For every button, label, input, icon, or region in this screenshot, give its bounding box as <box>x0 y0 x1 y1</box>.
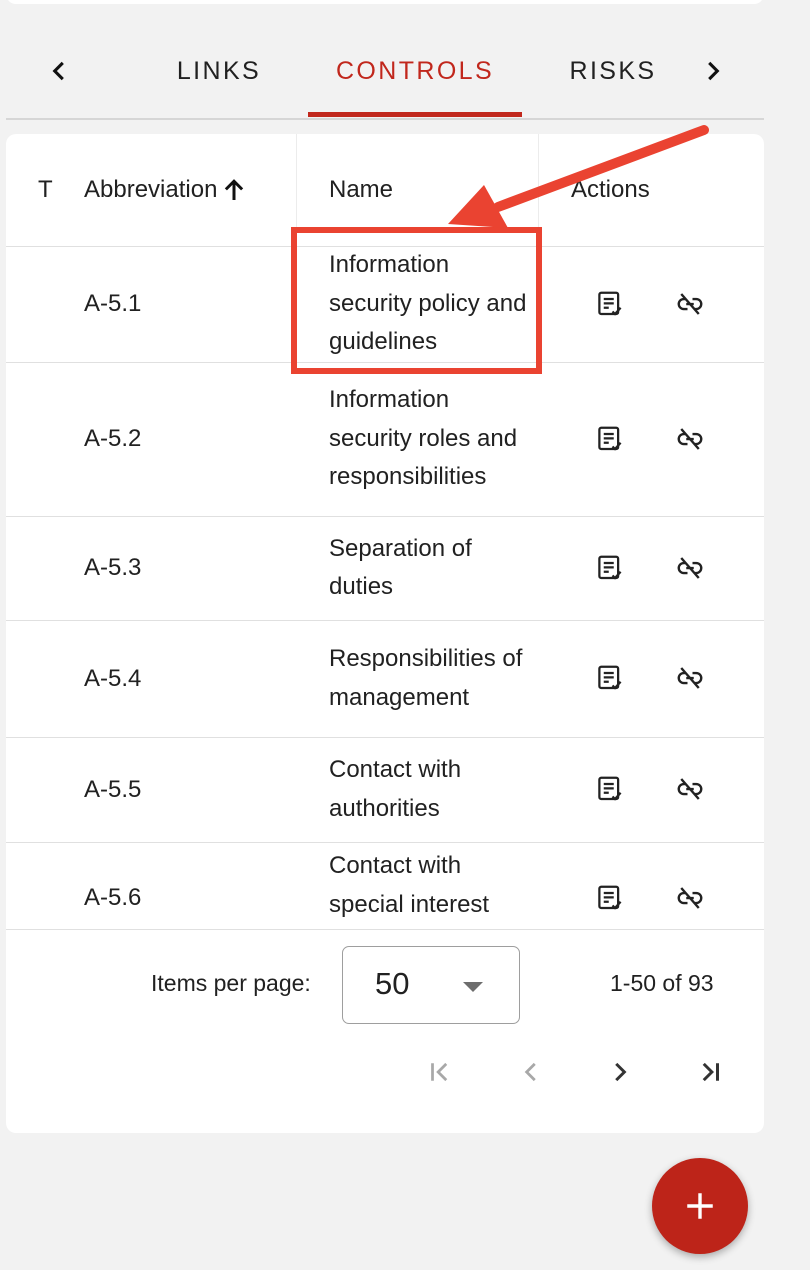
unlink-icon <box>677 428 703 450</box>
details-icon <box>598 555 622 580</box>
details-icon <box>598 885 622 910</box>
table-header: T Abbreviation Name Actions <box>6 134 764 247</box>
row-name: Information security policy and guidelin… <box>329 251 527 356</box>
page-size-select[interactable]: 50 <box>342 946 520 1024</box>
unlink-button[interactable] <box>672 286 708 322</box>
row-abbreviation: A-5.5 <box>84 775 142 803</box>
next-page-button[interactable] <box>598 1050 642 1094</box>
tab-risks[interactable]: RISKS <box>554 52 672 90</box>
column-header-type[interactable]: T <box>38 134 53 246</box>
unlink-button[interactable] <box>672 771 708 807</box>
unlink-icon <box>677 667 703 689</box>
row-abbreviation: A-5.4 <box>84 664 142 692</box>
column-divider <box>538 134 539 246</box>
controls-table-card: T Abbreviation Name Actions A-5.1 Inform… <box>6 134 764 1133</box>
items-per-page-label: Items per page: <box>151 970 311 996</box>
add-control-button[interactable] <box>652 1158 748 1254</box>
unlink-button[interactable] <box>672 550 708 586</box>
table-row[interactable]: A-5.3 Separation of duties <box>6 516 764 621</box>
view-details-button[interactable] <box>592 880 628 916</box>
column-divider <box>296 134 297 246</box>
column-header-abbreviation[interactable]: Abbreviation <box>84 134 249 246</box>
chevron-right-icon <box>615 1062 627 1082</box>
table-row[interactable]: A-5.4 Responsibilities of management <box>6 620 764 738</box>
last-page-button[interactable] <box>688 1050 732 1094</box>
row-abbreviation: A-5.2 <box>84 425 142 452</box>
column-header-actions: Actions <box>571 176 650 203</box>
table-row[interactable]: A-5.2 Information security roles and res… <box>6 362 764 517</box>
view-details-button[interactable] <box>592 660 628 696</box>
view-details-button[interactable] <box>592 771 628 807</box>
row-name: Separation of duties <box>329 534 472 601</box>
first-page-icon <box>431 1062 448 1082</box>
tab-bar: LINKS CONTROLS RISKS <box>6 30 764 120</box>
view-details-button[interactable] <box>592 421 628 457</box>
table-row[interactable]: A-5.5 Contact with authorities <box>6 737 764 843</box>
column-header-name[interactable]: Name <box>329 134 393 246</box>
top-card-edge <box>6 0 764 4</box>
tab-scroll-next-button[interactable] <box>696 54 730 88</box>
table-body: A-5.1 Information security policy and gu… <box>6 246 764 929</box>
details-icon <box>598 776 622 801</box>
row-abbreviation: A-5.3 <box>84 554 142 581</box>
page-size-value: 50 <box>375 966 410 1001</box>
chevron-left-icon <box>524 1062 536 1082</box>
row-name: Information security roles and responsib… <box>329 386 518 491</box>
tab-scroll-prev-button[interactable] <box>42 54 76 88</box>
unlink-icon <box>677 778 703 800</box>
details-icon <box>598 291 622 316</box>
row-abbreviation: A-5.6 <box>84 884 142 911</box>
column-header-abbreviation-label: Abbreviation <box>84 176 218 203</box>
details-icon <box>598 426 622 451</box>
row-name: Contact with special interest <box>329 852 490 918</box>
chevron-left-icon <box>52 61 64 81</box>
unlink-button[interactable] <box>672 660 708 696</box>
active-tab-indicator <box>308 112 522 117</box>
paginator: Items per page: 50 1-50 of 93 <box>6 930 764 1133</box>
tab-links[interactable]: LINKS <box>156 52 282 90</box>
previous-page-button[interactable] <box>509 1050 553 1094</box>
row-name: Responsibilities of management <box>329 645 523 711</box>
page-range-label: 1-50 of 93 <box>610 970 714 996</box>
dropdown-caret-icon <box>463 982 483 992</box>
unlink-icon <box>677 557 703 579</box>
tab-controls[interactable]: CONTROLS <box>308 52 522 90</box>
view-details-button[interactable] <box>592 550 628 586</box>
row-abbreviation: A-5.1 <box>84 290 142 317</box>
first-page-button[interactable] <box>418 1050 462 1094</box>
unlink-icon <box>677 293 703 315</box>
chevron-right-icon <box>708 61 720 81</box>
unlink-icon <box>677 887 703 909</box>
arrow-up-icon <box>225 179 244 200</box>
table-row[interactable]: A-5.1 Information security policy and gu… <box>6 246 764 363</box>
table-row[interactable]: A-5.6 Contact with special interest <box>6 842 764 929</box>
row-name: Contact with authorities <box>329 756 462 822</box>
plus-icon <box>687 1193 713 1219</box>
unlink-button[interactable] <box>672 421 708 457</box>
last-page-icon <box>702 1062 719 1082</box>
details-icon <box>598 665 622 690</box>
unlink-button[interactable] <box>672 880 708 916</box>
view-details-button[interactable] <box>592 286 628 322</box>
